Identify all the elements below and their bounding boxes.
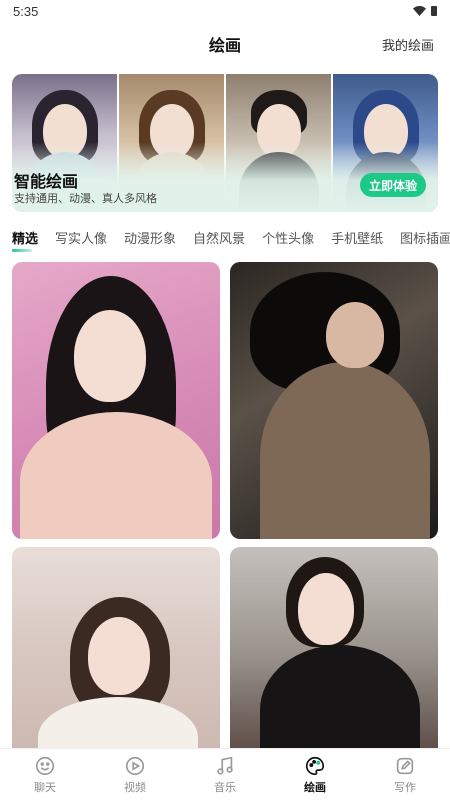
nav-label-video: 视频 — [124, 781, 146, 794]
page-title: 绘画 — [208, 38, 241, 55]
gallery-card[interactable] — [230, 547, 438, 757]
active-tab-indicator — [12, 249, 32, 252]
gallery-card[interactable] — [12, 262, 220, 539]
nav-label-writing: 写作 — [394, 781, 416, 794]
palette-icon — [306, 756, 325, 775]
nav-item-video[interactable]: 视频 — [90, 749, 180, 800]
my-drawings-link[interactable]: 我的绘画 — [382, 22, 434, 66]
play-icon — [125, 756, 145, 775]
banner-subtitle: 支持通用、动漫、真人多风格 — [14, 193, 157, 205]
edit-icon — [396, 757, 414, 774]
smile-icon — [35, 756, 55, 775]
banner-title: 智能绘画 — [14, 174, 79, 191]
status-time: 5:35 — [13, 3, 39, 19]
status-icons — [413, 6, 437, 16]
nav-item-music[interactable]: 音乐 — [180, 749, 270, 800]
try-now-button[interactable]: 立即体验 — [360, 173, 426, 197]
tab-realistic-portrait[interactable]: 写实人像 — [55, 228, 107, 254]
nav-item-drawing[interactable]: 绘画 — [270, 749, 360, 800]
tab-nature-scenery[interactable]: 自然风景 — [193, 228, 245, 254]
music-icon — [217, 756, 233, 775]
status-bar: 5:35 — [0, 0, 450, 22]
nav-item-writing[interactable]: 写作 — [360, 749, 450, 800]
tab-icon-illustration[interactable]: 图标插画 — [400, 228, 450, 254]
battery-icon — [431, 6, 437, 16]
wifi-icon — [413, 6, 426, 16]
bottom-nav: 聊天 视频 音乐 绘画 写作 — [0, 748, 450, 800]
nav-label-drawing: 绘画 — [304, 781, 326, 794]
nav-label-chat: 聊天 — [34, 781, 56, 794]
tab-anime-character[interactable]: 动漫形象 — [124, 228, 176, 254]
app-header: 绘画 我的绘画 — [0, 22, 450, 66]
nav-item-chat[interactable]: 聊天 — [0, 749, 90, 800]
nav-label-music: 音乐 — [214, 781, 236, 794]
tab-avatar[interactable]: 个性头像 — [262, 228, 314, 254]
gallery-card[interactable] — [230, 262, 438, 539]
category-tabs: 精选 写实人像 动漫形象 自然风景 个性头像 手机壁纸 图标插画 — [12, 228, 450, 254]
gallery-card[interactable] — [12, 547, 220, 757]
tab-wallpaper[interactable]: 手机壁纸 — [331, 228, 383, 254]
